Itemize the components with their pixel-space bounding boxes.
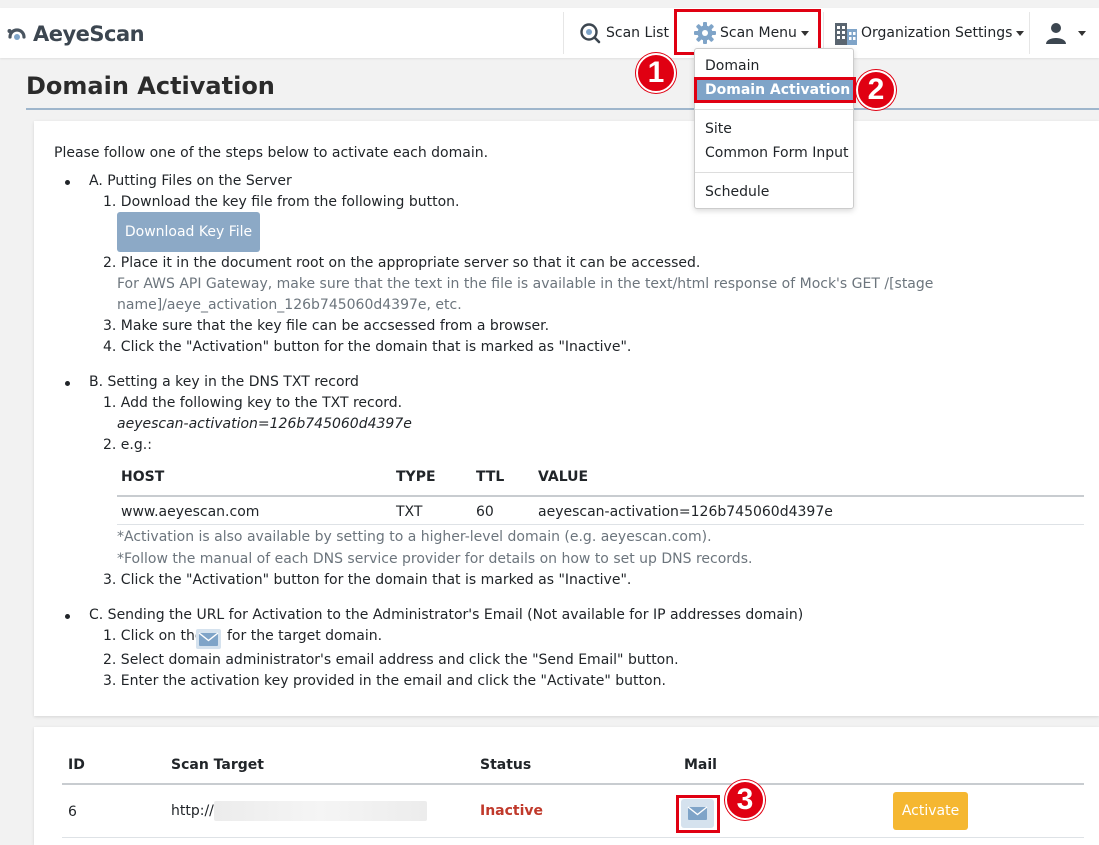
dropdown-divider xyxy=(695,172,853,173)
dns-th-type: TYPE xyxy=(396,469,436,485)
dns-table-row-rule xyxy=(117,524,1084,525)
section-c-step2: 2. Select domain administrator's email a… xyxy=(103,652,679,668)
dns-cell-type: TXT xyxy=(396,504,423,520)
section-c-step3: 3. Enter the activation key provided in … xyxy=(103,673,666,689)
building-icon xyxy=(834,20,858,46)
callout-badge-1: 1 xyxy=(636,53,676,93)
caret-down-icon xyxy=(1078,30,1086,36)
section-a-step2: 2. Place it in the document root on the … xyxy=(103,255,701,271)
section-b-step1: 1. Add the following key to the TXT reco… xyxy=(103,395,403,411)
dns-th-value: VALUE xyxy=(538,469,589,485)
dns-note-1: *Activation is also available by setting… xyxy=(117,529,712,545)
dropdown-item-schedule[interactable]: Schedule xyxy=(695,181,853,203)
section-a-step3: 3. Make sure that the key file can be ac… xyxy=(103,318,550,334)
nav-divider xyxy=(1029,12,1030,54)
user-avatar-icon xyxy=(1044,21,1068,45)
aws-note-line1: For AWS API Gateway, make sure that the … xyxy=(117,276,934,292)
scan-menu-dropdown: Domain Domain Activation Site Common For… xyxy=(694,48,854,209)
th-status: Status xyxy=(480,757,532,773)
dropdown-item-domain[interactable]: Domain xyxy=(695,55,853,77)
section-a-title: A. Putting Files on the Server xyxy=(89,173,292,189)
dropdown-item-common-form-input[interactable]: Common Form Input xyxy=(695,142,853,164)
nav-organization-settings[interactable]: Organization Settings xyxy=(834,8,1025,58)
domains-row-rule xyxy=(62,837,1084,838)
section-c-title: C. Sending the URL for Activation to the… xyxy=(89,607,804,623)
scan-list-icon xyxy=(579,22,601,44)
title-underline xyxy=(26,108,1099,110)
th-mail: Mail xyxy=(684,757,717,773)
dns-cell-ttl: 60 xyxy=(476,504,494,520)
section-c-step1-pre: 1. Click on the xyxy=(103,628,204,644)
dns-note-2: *Follow the manual of each DNS service p… xyxy=(117,551,753,567)
section-b-step3: 3. Click the "Activation" button for the… xyxy=(103,572,632,588)
intro-text: Please follow one of the steps below to … xyxy=(54,145,489,161)
callout-badge-2: 2 xyxy=(856,70,896,110)
mail-icon xyxy=(196,629,221,653)
activate-button[interactable]: Activate xyxy=(893,792,968,830)
bullet xyxy=(65,614,70,619)
nav-divider xyxy=(563,12,564,54)
callout-badge-3: 3 xyxy=(725,780,765,820)
download-key-file-button[interactable]: Download Key File xyxy=(117,212,260,252)
dropdown-item-site[interactable]: Site xyxy=(695,118,853,140)
nav-scan-list[interactable]: Scan List xyxy=(579,8,669,58)
th-scan-target: Scan Target xyxy=(171,757,264,773)
section-a-step1: 1. Download the key file from the follow… xyxy=(103,194,460,210)
scan-list-label: Scan List xyxy=(606,25,669,41)
organization-settings-label: Organization Settings xyxy=(861,25,1013,41)
section-b-step2: 2. e.g.: xyxy=(103,437,152,453)
dns-th-ttl: TTL xyxy=(476,469,505,485)
brand-name: AeyeScan xyxy=(33,22,145,46)
section-a-step4: 4. Click the "Activation" button for the… xyxy=(103,339,632,355)
section-c-step1-post: for the target domain. xyxy=(227,628,383,644)
dns-th-host: HOST xyxy=(121,469,165,485)
highlight-domain-activation xyxy=(694,77,856,103)
aeyescan-logo-icon xyxy=(6,23,28,45)
page-title: Domain Activation xyxy=(26,72,275,100)
section-b-title: B. Setting a key in the DNS TXT record xyxy=(89,374,359,390)
nav-user-menu[interactable] xyxy=(1044,8,1086,58)
row-scan-target[interactable]: http:// xyxy=(171,803,214,819)
aws-note-line2: name]/aeye_activation_126b745060d4397e, … xyxy=(117,297,462,313)
bullet xyxy=(65,180,70,185)
top-navbar: AeyeScan Scan List Scan Menu Organizatio… xyxy=(0,8,1099,58)
highlight-mail-button xyxy=(676,795,720,833)
dns-table-header-rule xyxy=(117,495,1084,497)
caret-down-icon xyxy=(1016,30,1025,36)
domains-header-rule xyxy=(62,783,1084,785)
dns-activation-key: aeyescan-activation=126b745060d4397e xyxy=(117,416,412,432)
status-badge: Inactive xyxy=(480,803,544,819)
dns-cell-host: www.aeyescan.com xyxy=(121,504,260,520)
dns-cell-value: aeyescan-activation=126b745060d4397e xyxy=(538,504,833,520)
brand-logo[interactable]: AeyeScan xyxy=(6,22,145,46)
th-id: ID xyxy=(68,757,85,773)
row-id: 6 xyxy=(68,804,77,820)
bullet xyxy=(65,381,70,386)
redacted-url xyxy=(214,801,427,821)
dropdown-divider xyxy=(695,109,853,110)
